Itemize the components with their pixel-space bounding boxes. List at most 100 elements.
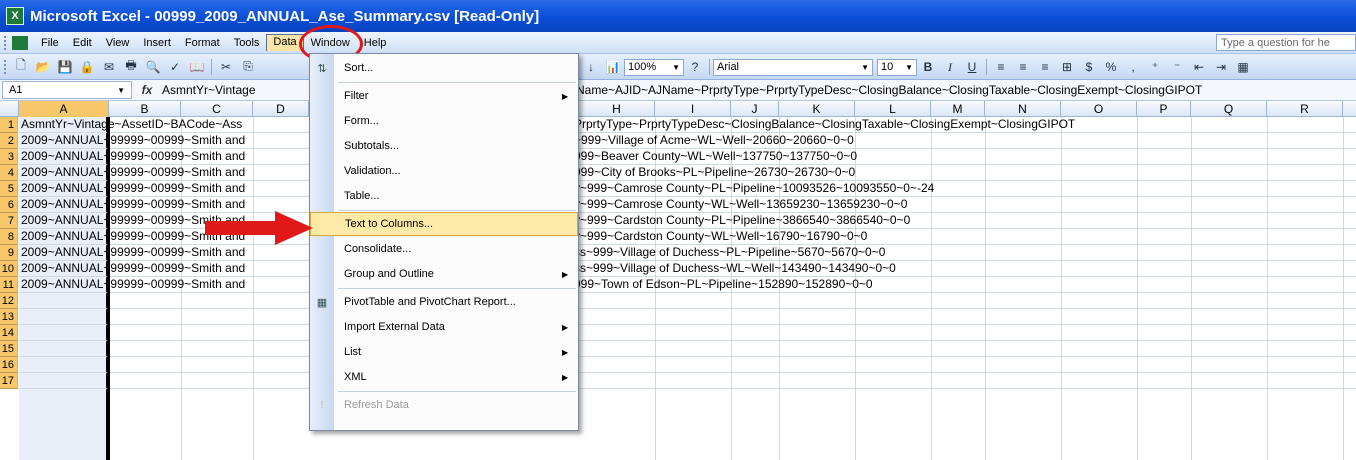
row-header[interactable]: 10 [0, 261, 18, 277]
row-header[interactable]: 1 [0, 117, 18, 133]
cell-a[interactable]: 2009~ANNUAL~99999~00999~Smith and [21, 197, 245, 212]
cell-overflow-text[interactable]: ss~999~Village of Duchess~PL~Pipeline~56… [574, 245, 885, 260]
column-header[interactable]: O [1061, 101, 1137, 117]
open-icon[interactable]: 📂 [33, 58, 53, 76]
column-header[interactable]: M [931, 101, 985, 117]
increase-indent-icon[interactable]: ⇥ [1211, 58, 1231, 76]
table-row[interactable]: 2009~ANNUAL~99999~00999~Smith and 999~Bea… [19, 149, 1356, 165]
row-header[interactable]: 11 [0, 277, 18, 293]
column-header[interactable]: I [655, 101, 731, 117]
row-header[interactable]: 6 [0, 197, 18, 213]
column-header[interactable]: R [1267, 101, 1343, 117]
table-row[interactable] [19, 373, 1356, 389]
cell-overflow-text[interactable]: PrprtyType~PrprtyTypeDesc~ClosingBalance… [574, 117, 1075, 132]
name-box[interactable]: A1 ▼ [2, 81, 132, 99]
menu-item-xml[interactable]: XML ▶ [310, 365, 578, 389]
select-all-corner[interactable] [0, 101, 19, 117]
table-row[interactable] [19, 325, 1356, 341]
row-header[interactable]: 3 [0, 149, 18, 165]
cell-overflow-text[interactable]: y~999~Cardston County~WL~Well~16790~1679… [574, 229, 867, 244]
table-row[interactable] [19, 357, 1356, 373]
cell-overflow-text[interactable]: y~999~Cardston County~PL~Pipeline~386654… [574, 213, 910, 228]
row-header[interactable]: 17 [0, 373, 18, 389]
table-row[interactable]: 2009~ANNUAL~99999~00999~Smith and 999~Tow… [19, 277, 1356, 293]
menu-item-consolidate[interactable]: Consolidate... [310, 237, 578, 261]
menu-item-pivottable-and-pivotchart-report[interactable]: ▦ PivotTable and PivotChart Report... [310, 290, 578, 314]
cell-overflow-text[interactable]: y~999~Camrose County~PL~Pipeline~1009352… [574, 181, 934, 196]
menu-item-list[interactable]: List ▶ [310, 340, 578, 364]
column-header[interactable]: A [19, 101, 109, 117]
row-header[interactable]: 16 [0, 357, 18, 373]
copy-icon[interactable]: ⎘ [238, 58, 258, 76]
menu-item-sort[interactable]: ⇅ Sort... [310, 56, 578, 80]
cell-a[interactable]: 2009~ANNUAL~99999~00999~Smith and [21, 261, 245, 276]
ask-question-input[interactable]: Type a question for he [1216, 34, 1356, 51]
merge-center-icon[interactable]: ⊞ [1057, 58, 1077, 76]
table-row[interactable]: AsmntYr~Vintage~AssetID~BACode~Ass Prprty… [19, 117, 1356, 133]
help-icon[interactable]: ? [685, 58, 705, 76]
row-header[interactable]: 8 [0, 229, 18, 245]
align-left-icon[interactable]: ≡ [991, 58, 1011, 76]
cell-a[interactable]: 2009~ANNUAL~99999~00999~Smith and [21, 277, 245, 292]
cell-a[interactable]: 2009~ANNUAL~99999~00999~Smith and [21, 245, 245, 260]
menu-item-form[interactable]: Form... [310, 109, 578, 133]
row-header[interactable]: 2 [0, 133, 18, 149]
underline-button[interactable]: U [962, 58, 982, 76]
row-header[interactable]: 7 [0, 213, 18, 229]
column-header[interactable]: L [855, 101, 931, 117]
italic-button[interactable]: I [940, 58, 960, 76]
print-icon[interactable]: 🖶 [121, 58, 141, 76]
spelling-icon[interactable]: ✓ [165, 58, 185, 76]
cell-overflow-text[interactable]: y~999~Camrose County~WL~Well~13659230~13… [574, 197, 907, 212]
table-row[interactable] [19, 309, 1356, 325]
row-header[interactable]: 4 [0, 165, 18, 181]
fx-icon[interactable]: fx [132, 83, 162, 97]
cell-overflow-text[interactable]: 999~Beaver County~WL~Well~137750~137750~… [574, 149, 857, 164]
save-icon[interactable]: 💾 [55, 58, 75, 76]
bold-button[interactable]: B [918, 58, 938, 76]
menu-item-subtotals[interactable]: Subtotals... [310, 134, 578, 158]
table-row[interactable]: 2009~ANNUAL~99999~00999~Smith and ~999~Vi… [19, 133, 1356, 149]
email-icon[interactable]: ✉ [99, 58, 119, 76]
column-header[interactable]: P [1137, 101, 1191, 117]
column-header[interactable]: J [731, 101, 779, 117]
cell-a[interactable]: 2009~ANNUAL~99999~00999~Smith and [21, 165, 245, 180]
menu-item-validation[interactable]: Validation... [310, 159, 578, 183]
cell-overflow-text[interactable]: 999~Town of Edson~PL~Pipeline~152890~152… [574, 277, 873, 292]
row-header[interactable]: 13 [0, 309, 18, 325]
cell-a[interactable]: AsmntYr~Vintage~AssetID~BACode~Ass [21, 117, 242, 132]
increase-decimal-icon[interactable]: ⁺ [1145, 58, 1165, 76]
table-row[interactable] [19, 341, 1356, 357]
cell-overflow-text[interactable]: ss~999~Village of Duchess~WL~Well~143490… [574, 261, 896, 276]
column-header[interactable]: Q [1191, 101, 1267, 117]
align-right-icon[interactable]: ≡ [1035, 58, 1055, 76]
menu-insert[interactable]: Insert [136, 35, 178, 51]
table-row[interactable]: 2009~ANNUAL~99999~00999~Smith and y~999~C… [19, 181, 1356, 197]
decrease-indent-icon[interactable]: ⇤ [1189, 58, 1209, 76]
menu-item-filter[interactable]: Filter ▶ [310, 84, 578, 108]
zoom-select[interactable]: 100% ▼ [624, 58, 684, 76]
cell-overflow-text[interactable]: ~999~Village of Acme~WL~Well~20660~20660… [574, 133, 854, 148]
column-header[interactable]: D [253, 101, 309, 117]
row-header[interactable]: 9 [0, 245, 18, 261]
align-center-icon[interactable]: ≡ [1013, 58, 1033, 76]
spreadsheet-grid[interactable]: A B C D H I J K L M N O P Q R 1 AsmntYr~V… [0, 101, 1356, 460]
menu-item-text-to-columns[interactable]: Text to Columns... [310, 212, 578, 236]
research-icon[interactable]: 📖 [187, 58, 207, 76]
row-header[interactable]: 12 [0, 293, 18, 309]
menu-tools[interactable]: Tools [227, 35, 267, 51]
cut-icon[interactable]: ✂ [216, 58, 236, 76]
menu-item-table[interactable]: Table... [310, 184, 578, 208]
column-header[interactable]: K [779, 101, 855, 117]
menu-file[interactable]: File [34, 35, 66, 51]
column-header[interactable]: N [985, 101, 1061, 117]
cell-a[interactable]: 2009~ANNUAL~99999~00999~Smith and [21, 149, 245, 164]
column-header[interactable]: B [109, 101, 181, 117]
table-row[interactable]: 2009~ANNUAL~99999~00999~Smith and ss~999~… [19, 245, 1356, 261]
workbook-icon[interactable] [12, 35, 28, 50]
borders-icon[interactable]: ▦ [1233, 58, 1253, 76]
table-row[interactable]: 2009~ANNUAL~99999~00999~Smith and ss~999~… [19, 261, 1356, 277]
permission-icon[interactable]: 🔒 [77, 58, 97, 76]
percent-button[interactable]: % [1101, 58, 1121, 76]
table-row[interactable] [19, 293, 1356, 309]
